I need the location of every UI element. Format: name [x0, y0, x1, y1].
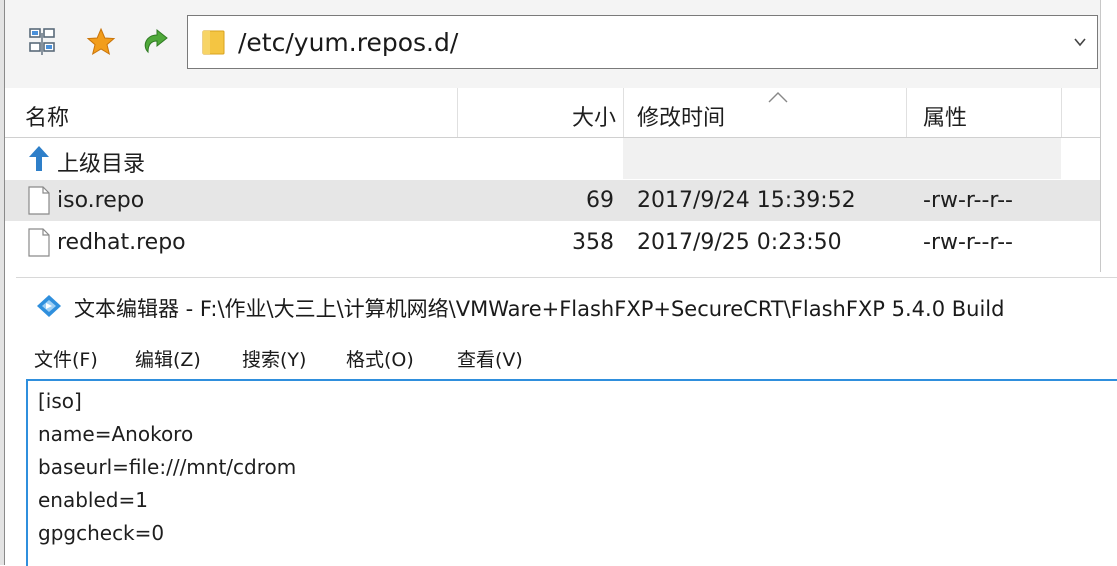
editor-title: 文本编辑器 - F:\作业\大三上\计算机网络\VMWare+FlashFXP+… [74, 297, 1005, 321]
file-modified: 2017/9/24 15:39:52 [637, 188, 856, 213]
chevron-down-icon[interactable] [1073, 35, 1087, 49]
text-line: baseurl=file:///mnt/cdrom [38, 455, 297, 479]
up-arrow-icon [29, 146, 49, 171]
column-divider[interactable] [457, 88, 458, 137]
path-text[interactable]: /etc/yum.repos.d/ [238, 28, 458, 57]
text-editor-window: 文本编辑器 - F:\作业\大三上\计算机网络\VMWare+FlashFXP+… [16, 277, 1117, 566]
file-icon [28, 228, 50, 257]
text-line: [iso] [38, 389, 82, 413]
sort-ascending-icon [768, 92, 788, 103]
column-header-name[interactable]: 名称 [25, 100, 69, 132]
folder-icon [202, 30, 225, 55]
toolbar: /etc/yum.repos.d/ [5, 0, 1100, 88]
file-size: 69 [586, 188, 614, 213]
column-header-attributes[interactable]: 属性 [923, 100, 967, 132]
menu-file[interactable]: 文件(F) [34, 345, 98, 372]
column-divider[interactable] [906, 88, 907, 137]
column-divider[interactable] [623, 88, 624, 137]
adjacent-panel-edge [1100, 0, 1117, 272]
file-size: 358 [572, 230, 614, 255]
text-line: enabled=1 [38, 488, 148, 512]
file-list-header: 名称 大小 修改时间 属性 [5, 88, 1100, 138]
path-combobox[interactable]: /etc/yum.repos.d/ [187, 15, 1098, 69]
parent-directory-label: 上级目录 [57, 152, 146, 177]
parent-directory-row[interactable]: 上级目录 [5, 138, 1100, 179]
text-line: gpgcheck=0 [38, 521, 165, 545]
column-shade [623, 138, 1061, 179]
refresh-icon[interactable] [139, 26, 171, 58]
menu-view[interactable]: 查看(V) [457, 345, 523, 372]
menu-format[interactable]: 格式(O) [346, 345, 414, 372]
editor-menu-bar: 文件(F) 编辑(Z) 搜索(Y) 格式(O) 查看(V) [16, 335, 1117, 379]
flashfxp-logo-icon [37, 295, 61, 317]
file-row[interactable]: iso.repo 69 2017/9/24 15:39:52 -rw-r--r-… [5, 180, 1100, 221]
file-name: redhat.repo [57, 230, 186, 255]
text-line: name=Anokoro [38, 422, 194, 446]
file-attributes: -rw-r--r-- [923, 230, 1013, 255]
file-name: iso.repo [57, 188, 145, 213]
column-header-size[interactable]: 大小 [572, 100, 616, 132]
menu-search[interactable]: 搜索(Y) [242, 345, 306, 372]
file-icon [28, 186, 50, 215]
network-sites-icon[interactable] [26, 26, 58, 58]
file-row[interactable]: redhat.repo 358 2017/9/25 0:23:50 -rw-r-… [5, 222, 1100, 263]
column-header-modified[interactable]: 修改时间 [637, 100, 725, 132]
editor-title-bar[interactable]: 文本编辑器 - F:\作业\大三上\计算机网络\VMWare+FlashFXP+… [16, 278, 1117, 332]
file-attributes: -rw-r--r-- [923, 188, 1013, 213]
column-divider[interactable] [1061, 88, 1062, 137]
menu-edit[interactable]: 编辑(Z) [135, 345, 201, 372]
favorites-star-icon[interactable] [85, 26, 117, 58]
file-modified: 2017/9/25 0:23:50 [637, 230, 842, 255]
editor-text-area[interactable]: [iso] name=Anokoro baseurl=file:///mnt/c… [26, 379, 1117, 566]
